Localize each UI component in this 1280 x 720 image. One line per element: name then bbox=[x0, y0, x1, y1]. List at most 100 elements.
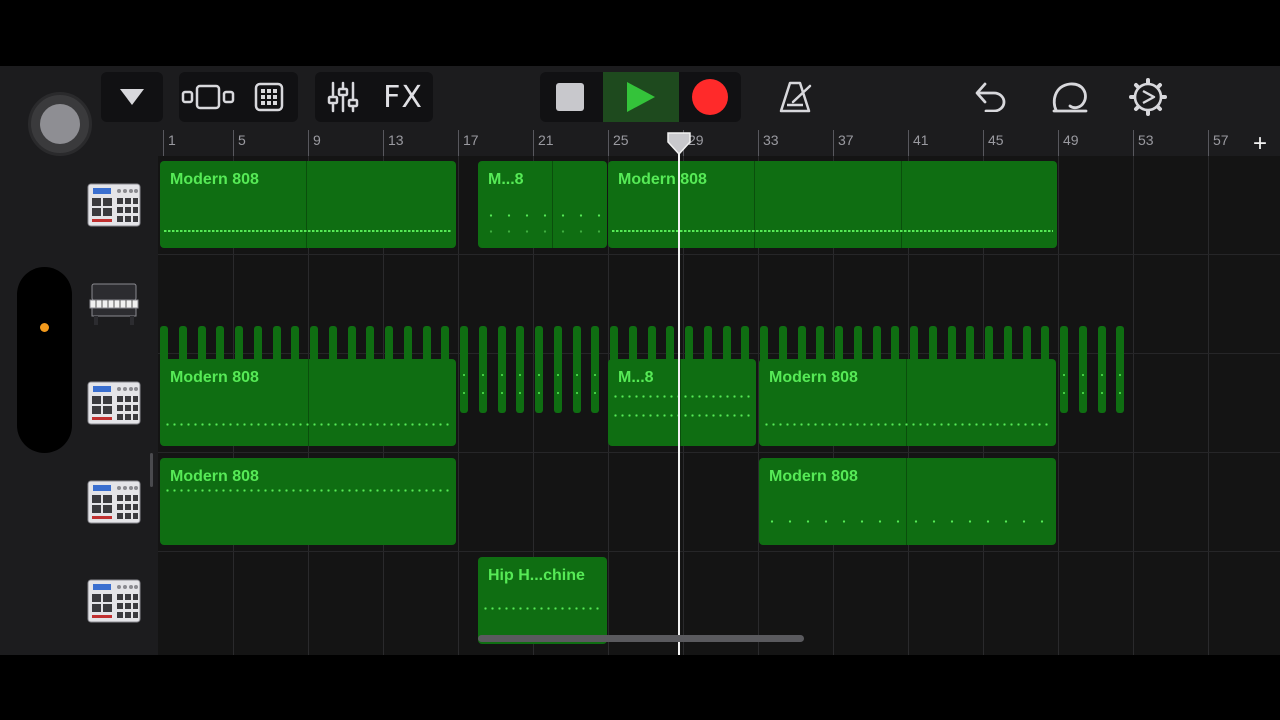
note-pattern bbox=[482, 230, 603, 233]
loop-browser-button[interactable] bbox=[1046, 72, 1094, 122]
settings-button[interactable] bbox=[1124, 72, 1172, 122]
track-header[interactable] bbox=[72, 354, 158, 453]
bar-number: 13 bbox=[383, 130, 404, 156]
bar-number: 33 bbox=[758, 130, 779, 156]
bar-number: 17 bbox=[458, 130, 479, 156]
record-button[interactable] bbox=[680, 72, 740, 122]
horizontal-scrollbar[interactable] bbox=[478, 635, 804, 642]
left-control-panel bbox=[0, 156, 72, 655]
browser-group bbox=[101, 72, 163, 122]
bar-number: 1 bbox=[163, 130, 176, 156]
region-label: M...8 bbox=[618, 369, 654, 386]
playhead[interactable] bbox=[678, 150, 680, 655]
triangle-down-icon bbox=[120, 89, 144, 105]
region-segment-divider bbox=[306, 161, 307, 248]
gear-icon bbox=[1129, 78, 1167, 116]
fx-label: FX bbox=[383, 79, 423, 115]
note-pattern bbox=[612, 414, 752, 417]
region-segment-divider bbox=[754, 161, 755, 248]
piano-note-bar bbox=[497, 326, 506, 413]
drum-machine-icon bbox=[87, 381, 141, 425]
note-pattern bbox=[164, 423, 452, 426]
bar-number: 21 bbox=[533, 130, 554, 156]
garageband-app: FX 1 5 9 13 17 21 25 29 33 37 41 45 49 5… bbox=[0, 0, 1280, 720]
tracks-area[interactable]: Modern 808 M...8 Modern 808 Modern 808 M… bbox=[158, 156, 1280, 655]
piano-note-bar bbox=[572, 326, 581, 413]
bar-number: 49 bbox=[1058, 130, 1079, 156]
piano-icon bbox=[89, 283, 139, 325]
stop-button[interactable] bbox=[540, 72, 600, 122]
track-header[interactable] bbox=[72, 255, 158, 354]
sliders-icon bbox=[327, 81, 359, 113]
bar-number: 25 bbox=[608, 130, 629, 156]
fx-button[interactable]: FX bbox=[373, 72, 433, 122]
slider-indicator-dot bbox=[40, 323, 49, 332]
audio-region[interactable]: Modern 808 bbox=[160, 359, 456, 446]
play-button[interactable] bbox=[603, 72, 679, 122]
track-header[interactable] bbox=[72, 156, 158, 255]
audio-region[interactable]: Modern 808 bbox=[759, 359, 1056, 446]
audio-region[interactable]: M...8 bbox=[608, 359, 756, 446]
track-header[interactable] bbox=[72, 552, 158, 651]
bar-gridline bbox=[1058, 156, 1059, 655]
piano-note-bar bbox=[1116, 326, 1125, 413]
browser-dropdown-button[interactable] bbox=[101, 72, 163, 122]
track-separator bbox=[158, 353, 1280, 354]
mixer-button[interactable] bbox=[315, 72, 371, 122]
playhead-handle[interactable] bbox=[666, 132, 692, 156]
metronome-button[interactable] bbox=[772, 72, 818, 122]
note-pattern bbox=[763, 423, 1052, 426]
bar-gridline bbox=[458, 156, 459, 655]
piano-note-bar bbox=[535, 326, 543, 413]
header-resize-handle[interactable] bbox=[150, 453, 153, 487]
vertical-slider[interactable] bbox=[17, 267, 72, 453]
timeline-ruler[interactable]: 1 5 9 13 17 21 25 29 33 37 41 45 49 53 5… bbox=[158, 130, 1280, 156]
undo-button[interactable] bbox=[968, 72, 1014, 122]
region-label: Modern 808 bbox=[769, 369, 858, 386]
metronome-icon bbox=[779, 81, 812, 113]
view-group bbox=[179, 72, 298, 122]
piano-note-bar bbox=[553, 326, 562, 413]
piano-note-bar bbox=[516, 326, 525, 413]
note-pattern bbox=[482, 607, 603, 610]
note-pattern bbox=[482, 214, 603, 217]
audio-region[interactable]: Hip H...chine bbox=[478, 557, 607, 644]
note-pattern bbox=[612, 395, 752, 398]
region-segment-divider bbox=[901, 161, 902, 248]
stop-icon bbox=[556, 83, 584, 111]
piano-note-bar bbox=[591, 326, 600, 413]
region-label: Modern 808 bbox=[618, 171, 707, 188]
bar-number: 41 bbox=[908, 130, 929, 156]
audio-region[interactable]: Modern 808 bbox=[759, 458, 1056, 545]
region-label: Modern 808 bbox=[170, 369, 259, 386]
play-icon bbox=[627, 82, 655, 112]
master-knob[interactable] bbox=[28, 92, 92, 156]
piano-note-bar bbox=[1078, 326, 1087, 413]
track-header[interactable] bbox=[72, 453, 158, 552]
drum-machine-icon bbox=[87, 579, 141, 623]
bar-number: 53 bbox=[1133, 130, 1154, 156]
record-icon bbox=[692, 79, 728, 115]
region-segment-divider bbox=[308, 359, 309, 446]
audio-region[interactable]: Modern 808 bbox=[608, 161, 1057, 248]
drum-machine-icon bbox=[87, 480, 141, 524]
drum-machine-icon bbox=[87, 183, 141, 227]
note-pattern bbox=[763, 520, 1052, 523]
grid-view-button[interactable] bbox=[240, 72, 298, 122]
bar-number: 45 bbox=[983, 130, 1004, 156]
track-separator bbox=[158, 551, 1280, 552]
region-label: Modern 808 bbox=[170, 468, 259, 485]
tracks-view-button[interactable] bbox=[179, 72, 237, 122]
bar-gridline bbox=[1133, 156, 1134, 655]
region-label: Modern 808 bbox=[170, 171, 259, 188]
note-pattern bbox=[164, 230, 452, 232]
master-knob-inner bbox=[40, 104, 80, 144]
audio-region[interactable]: Modern 808 bbox=[160, 161, 456, 248]
transport-group bbox=[540, 72, 741, 122]
region-segment-divider bbox=[906, 458, 907, 545]
audio-region[interactable]: M...8 bbox=[478, 161, 607, 248]
region-label: M...8 bbox=[488, 171, 524, 188]
add-track-button[interactable]: + bbox=[1240, 132, 1280, 156]
toolbar: FX bbox=[0, 66, 1280, 156]
audio-region[interactable]: Modern 808 bbox=[160, 458, 456, 545]
